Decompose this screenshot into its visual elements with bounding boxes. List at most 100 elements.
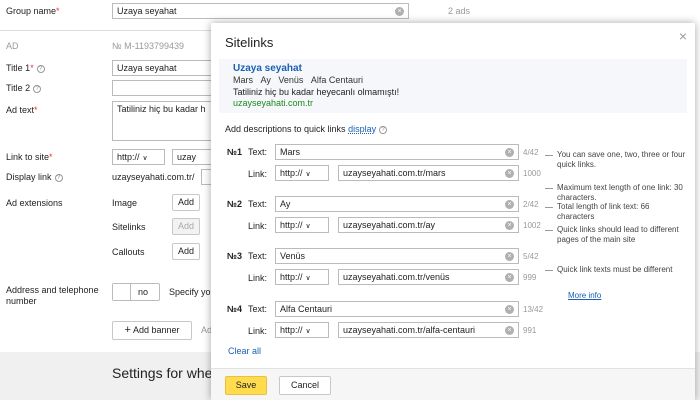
sitelink-3-text-value: Venüs <box>280 251 306 261</box>
sitelink-1-text-value: Mars <box>280 147 300 157</box>
clear-icon[interactable]: × <box>505 148 514 157</box>
sitelink-3-text-count: 5/42 <box>523 252 539 261</box>
sitelink-3-link-label: Link: <box>248 273 268 283</box>
image-add-button[interactable]: Add <box>172 194 200 211</box>
title2-input[interactable] <box>112 80 212 96</box>
sitelink-1-url-count: 1000 <box>523 169 541 178</box>
sitelinks-modal: Sitelinks × Uzaya seyahat Mars Ay Venüs … <box>211 23 695 400</box>
ad-text-input[interactable]: Tatiliniz hiç bu kadar h <box>112 101 212 141</box>
divider <box>0 30 211 31</box>
add-banner-button[interactable]: + Add banner <box>112 321 192 340</box>
sitelink-1-protocol-select[interactable]: http://∨ <box>275 165 329 181</box>
group-name-value: Uzaya seyahat <box>117 6 177 16</box>
modal-title: Sitelinks <box>225 35 274 50</box>
clear-icon[interactable]: × <box>505 252 514 261</box>
clear-icon[interactable]: × <box>505 200 514 209</box>
group-name-input[interactable]: Uzaya seyahat × <box>112 3 409 19</box>
group-name-label-text: Group name <box>6 6 57 16</box>
sitelink-3-url-input[interactable]: uzayseyahati.com.tr/venüs × <box>338 269 519 285</box>
image-label: Image <box>112 198 138 208</box>
clear-icon[interactable]: × <box>505 326 514 335</box>
sitelink-1-link-label: Link: <box>248 169 268 179</box>
title2-label: Title 2? <box>6 83 42 93</box>
address-toggle[interactable]: no <box>112 283 160 301</box>
ad-text-label: Ad text* <box>6 105 38 115</box>
cancel-button[interactable]: Cancel <box>279 376 331 395</box>
help-icon[interactable]: ? <box>36 65 45 73</box>
display-link-label-text: Display link <box>6 172 52 182</box>
tip-item: Quick links should lead to different pag… <box>545 225 687 245</box>
more-info-link[interactable]: More info <box>568 291 601 300</box>
close-icon[interactable]: × <box>679 28 687 44</box>
sitelink-4-protocol-select[interactable]: http://∨ <box>275 322 329 338</box>
clear-all-link[interactable]: Clear all <box>228 346 261 356</box>
clear-icon[interactable]: × <box>505 169 514 178</box>
toggle-state: no <box>138 287 149 297</box>
sitelink-1-url-input[interactable]: uzayseyahati.com.tr/mars × <box>338 165 519 181</box>
help-icon[interactable]: ? <box>379 126 388 134</box>
title1-input[interactable]: Uzaya seyahat <box>112 60 212 76</box>
preview-headline: Uzaya seyahat <box>233 63 302 74</box>
sitelink-1-text-label: Text: <box>248 147 268 157</box>
sitelink-4-url-input[interactable]: uzayseyahati.com.tr/alfa-centauri × <box>338 322 519 338</box>
preview-link-1: Mars <box>233 75 253 85</box>
sitelink-2-url-input[interactable]: uzayseyahati.com.tr/ay × <box>338 217 519 233</box>
clear-icon[interactable]: × <box>505 305 514 314</box>
add-descriptions-label: Add descriptions to quick links <box>225 124 346 134</box>
sitelink-4-protocol-value: http:// <box>280 325 303 335</box>
sitelink-3-url-value: uzayseyahati.com.tr/venüs <box>343 272 450 282</box>
specify-text: Specify yo <box>169 287 211 297</box>
sitelink-2-protocol-select[interactable]: http://∨ <box>275 217 329 233</box>
sitelink-2-protocol-value: http:// <box>280 220 303 230</box>
ads-count: 2 ads <box>448 6 471 16</box>
clear-icon[interactable]: × <box>395 7 404 16</box>
sitelink-2-number: №2 <box>227 199 243 209</box>
callouts-add-button[interactable]: Add <box>172 243 200 260</box>
help-icon[interactable]: ? <box>33 85 42 93</box>
sitelink-4-link-label: Link: <box>248 326 268 336</box>
link-to-site-label-text: Link to site <box>6 152 50 162</box>
address-phone-label: Address and telephone number <box>6 285 99 306</box>
sitelink-4-text-input[interactable]: Alfa Centauri × <box>275 301 519 317</box>
save-button[interactable]: Save <box>225 376 267 395</box>
preview-sitelinks: Mars Ay Venüs Alfa Centauri <box>233 75 363 85</box>
sitelink-1-number: №1 <box>227 147 243 157</box>
sitelink-1-protocol-value: http:// <box>280 168 303 178</box>
display-link-value: uzayseyahati.com.tr/ <box>112 172 195 182</box>
chevron-down-icon: ∨ <box>305 223 311 230</box>
clear-icon[interactable]: × <box>505 221 514 230</box>
sitelink-1-text-input[interactable]: Mars × <box>275 144 519 160</box>
ad-section-label: AD <box>6 41 19 51</box>
sitelink-2-link-label: Link: <box>248 221 268 231</box>
title1-label-text: Title 1 <box>6 63 31 73</box>
sitelink-2-text-input[interactable]: Ay × <box>275 196 519 212</box>
sitelink-3-url-count: 999 <box>523 273 537 282</box>
tip-item: You can save one, two, three or four qui… <box>545 150 686 169</box>
sitelink-3-number: №3 <box>227 251 243 261</box>
settings-heading: Settings for whe <box>112 365 213 381</box>
sitelink-3-text-input[interactable]: Venüs × <box>275 248 519 264</box>
sitelink-4-number: №4 <box>227 304 243 314</box>
chevron-down-icon: ∨ <box>305 171 311 178</box>
add-banner-label: Add banner <box>132 325 180 335</box>
clear-icon[interactable]: × <box>505 273 514 282</box>
help-icon[interactable]: ? <box>54 174 63 182</box>
chevron-down-icon: ∨ <box>305 328 311 335</box>
display-descriptions-link[interactable]: display <box>348 124 376 134</box>
sitelinks-label: Sitelinks <box>112 222 146 232</box>
chevron-down-icon: ∨ <box>142 155 148 162</box>
title1-label: Title 1*? <box>6 63 45 73</box>
sitelinks-add-button[interactable]: Add <box>172 218 200 235</box>
chevron-down-icon: ∨ <box>305 275 311 282</box>
modal-footer: Save Cancel <box>211 368 695 400</box>
sitelink-3-protocol-select[interactable]: http://∨ <box>275 269 329 285</box>
title1-value: Uzaya seyahat <box>117 63 177 73</box>
link-protocol-select[interactable]: http://∨ <box>112 149 165 165</box>
link-url-input[interactable]: uzay <box>172 149 212 165</box>
ad-number: № M-1193799439 <box>112 41 185 51</box>
sitelink-3-protocol-value: http:// <box>280 272 303 282</box>
sitelink-2-url-value: uzayseyahati.com.tr/ay <box>343 220 436 230</box>
sitelink-2-url-count: 1002 <box>523 221 541 230</box>
sitelink-1-text-count: 4/42 <box>523 148 539 157</box>
link-to-site-label: Link to site* <box>6 152 53 162</box>
